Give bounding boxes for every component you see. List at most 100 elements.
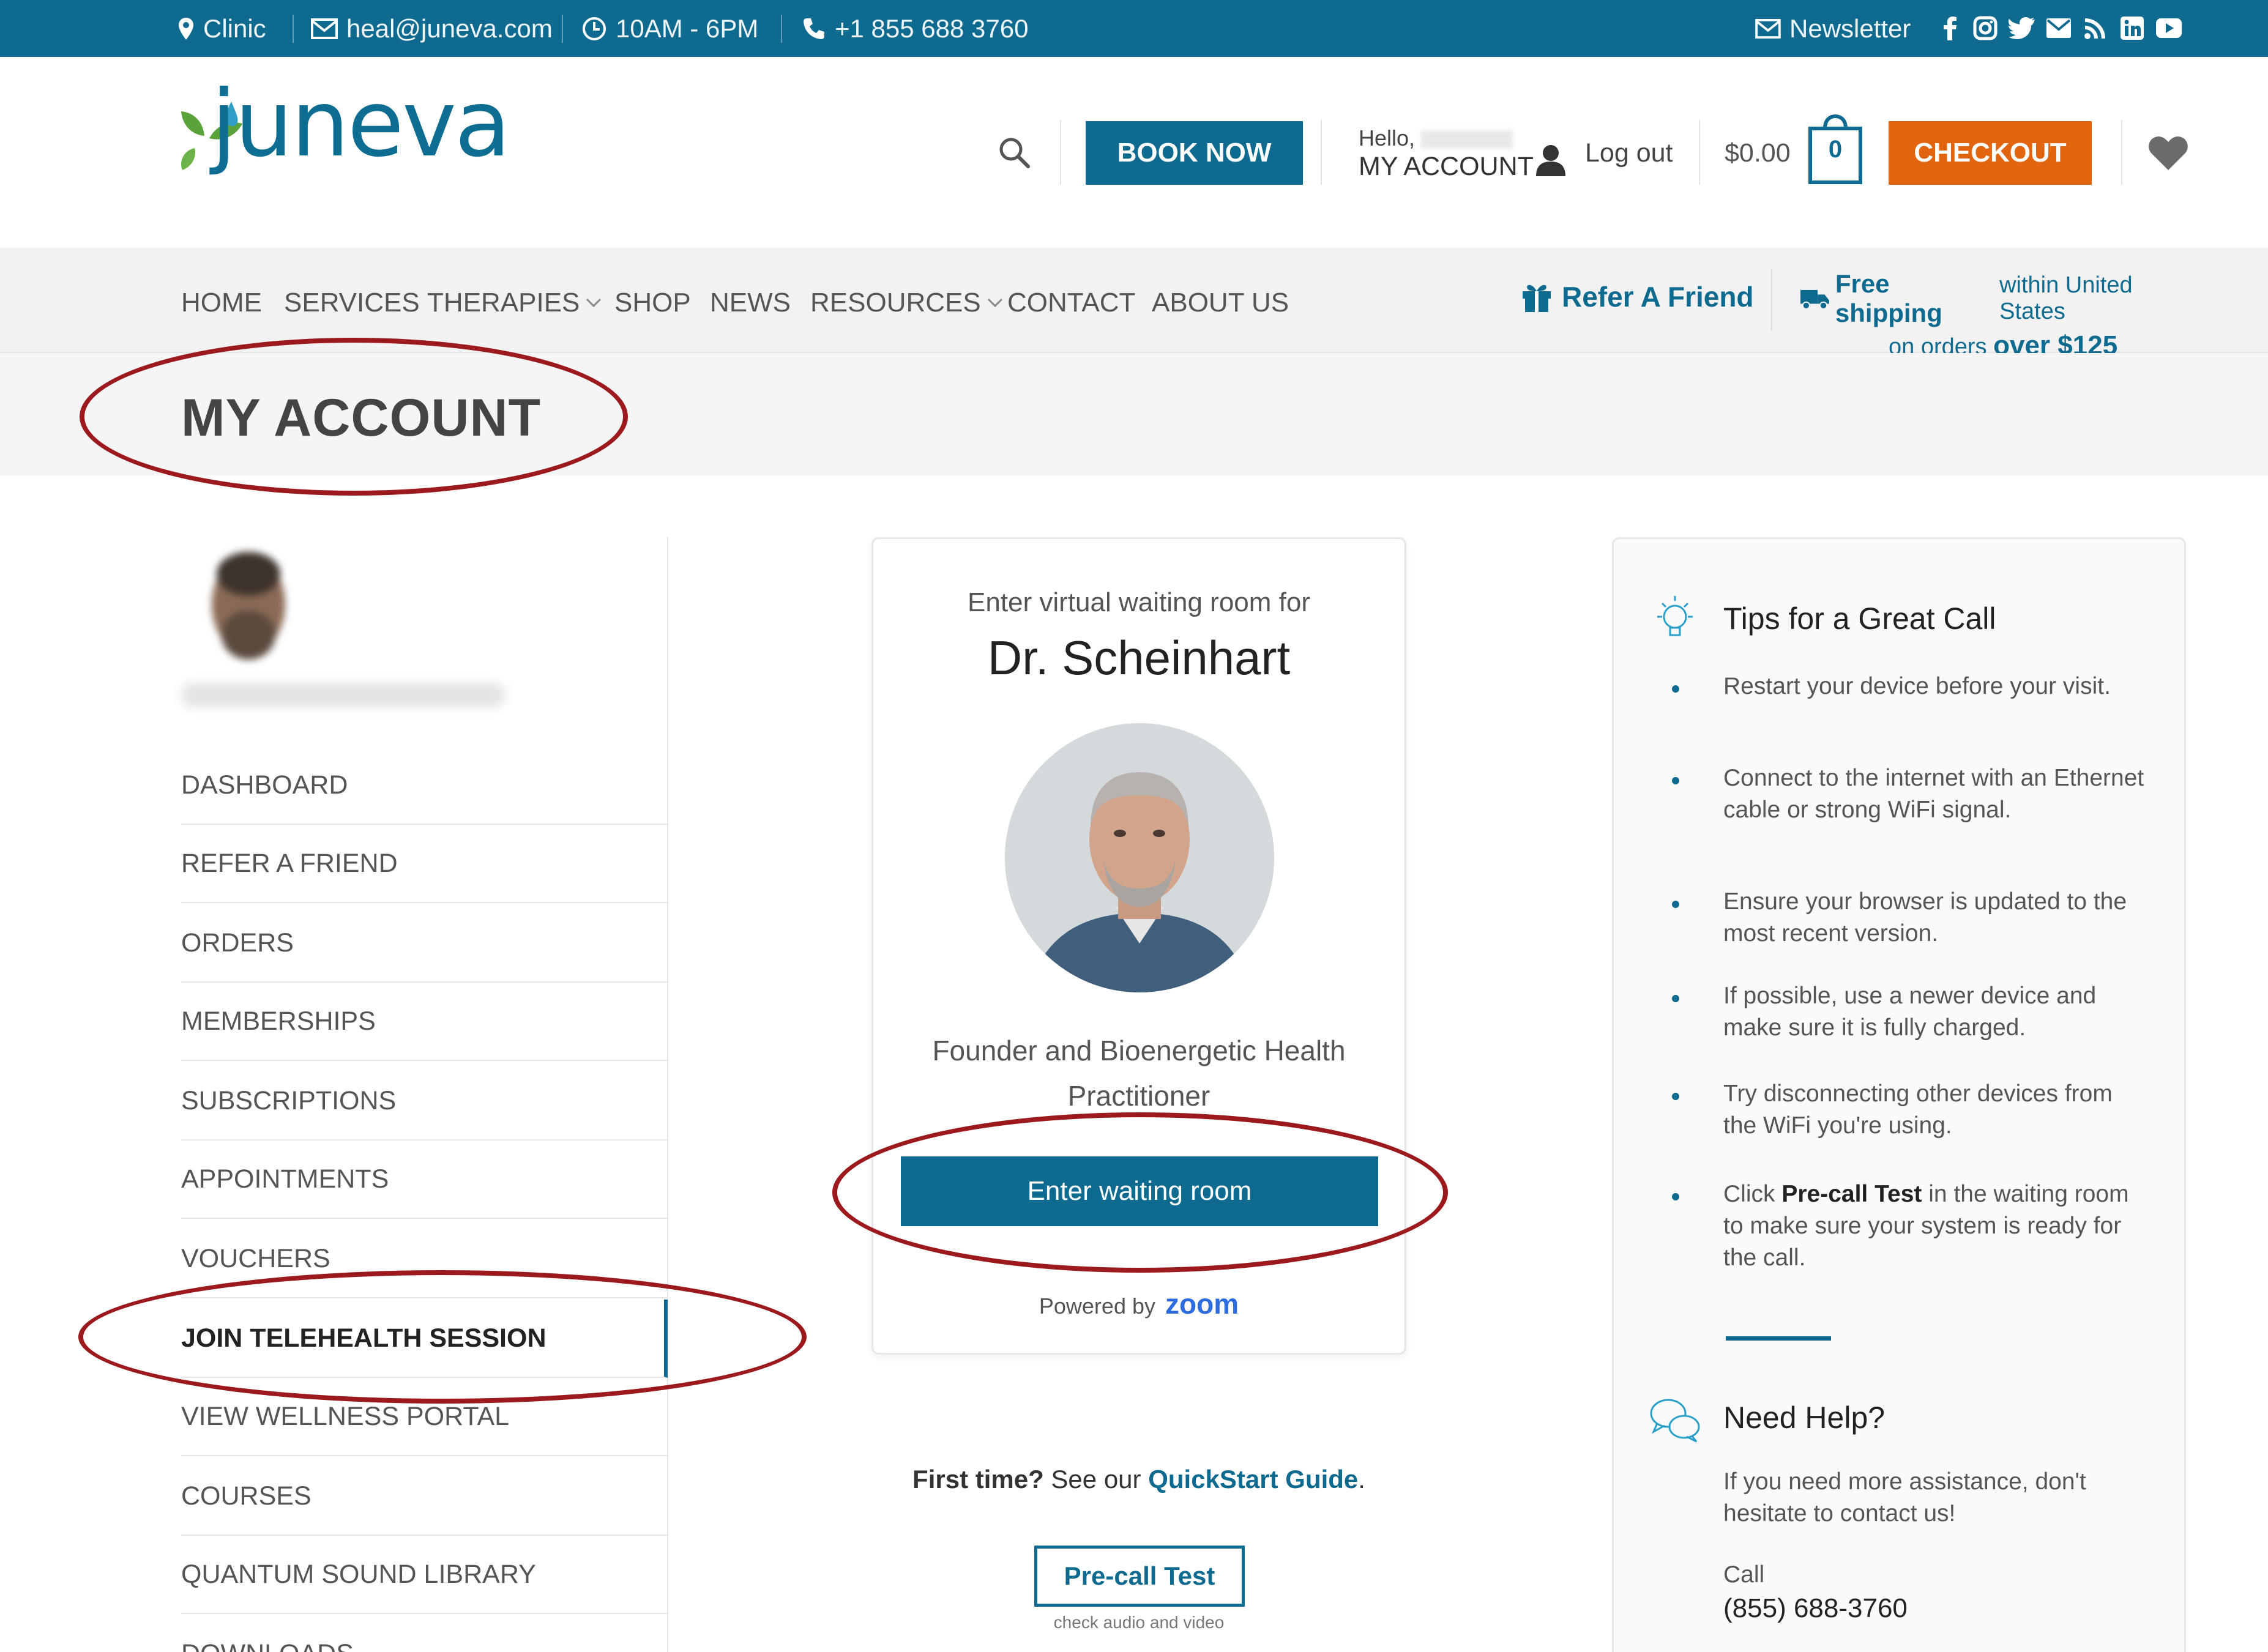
call-number[interactable]: (855) 688-3760 [1723,1593,1908,1624]
nav-contact[interactable]: CONTACT [1007,288,1135,318]
twitter-icon[interactable] [2009,15,2035,42]
quickstart-line: First time? See our QuickStart Guide. [871,1465,1406,1494]
my-account-link[interactable]: MY ACCOUNT [1359,152,1534,182]
sidebar-item-memberships[interactable]: MEMBERSHIPS [181,983,668,1061]
chevron-down-icon [586,298,602,308]
truck-icon [1800,289,1829,310]
nav-resources-label: RESOURCES [810,288,981,318]
envelope-icon [1755,18,1781,39]
cart-count: 0 [1828,136,1843,163]
sidebar-item-quantum-sound-library[interactable]: QUANTUM SOUND LIBRARY [181,1536,668,1614]
top-bar: Clinic heal@juneva.com 10AM - 6PM +1 855… [0,0,2268,57]
checkout-button[interactable]: CHECKOUT [1889,121,2092,185]
free-shipping-rest: within United States [1999,272,2133,324]
phone-link[interactable]: +1 855 688 3760 [802,0,1028,57]
quickstart-guide-link[interactable]: QuickStart Guide [1148,1465,1358,1494]
waiting-room-intro: Enter virtual waiting room for [968,587,1310,617]
nav-services[interactable]: SERVICES [284,288,420,318]
doctor-role-line-2: Practitioner [1067,1080,1210,1112]
clock-icon [583,17,606,40]
chat-bubbles-icon [1647,1395,1703,1447]
bullet [1672,777,1679,784]
need-help-text: If you need more assistance, don't hesit… [1723,1468,2086,1527]
bullet [1672,685,1679,693]
phone-label: +1 855 688 3760 [835,13,1029,43]
email-link[interactable]: heal@juneva.com [311,0,553,57]
annotation-ellipse-my-account [80,338,628,496]
doctor-role: Founder and Bioenergetic Health Practiti… [871,1028,1406,1118]
map-pin-icon [179,17,193,40]
book-now-button[interactable]: BOOK NOW [1086,121,1303,185]
nav-news[interactable]: NEWS [710,288,791,318]
clinic-link[interactable]: Clinic [177,0,266,57]
tips-title: Tips for a Great Call [1723,601,1996,636]
sidebar-item-downloads[interactable]: DOWNLOADS [181,1615,668,1652]
powered-by-label: Powered by [1039,1293,1155,1319]
newsletter-link[interactable]: Newsletter [1755,0,1911,57]
call-label: Call [1723,1561,1765,1588]
clinic-label: Clinic [203,13,266,43]
logout-link[interactable]: Log out [1585,138,1673,168]
sidebar-item-appointments[interactable]: APPOINTMENTS [181,1140,668,1219]
sidebar-item-refer-a-friend[interactable]: REFER A FRIEND [181,825,668,903]
blurred-username [181,683,505,707]
cart-total[interactable]: $0.00 [1725,138,1791,168]
nav-therapies-label: THERAPIES [427,288,580,318]
instagram-icon[interactable] [1972,15,1999,42]
tip-item-precall: Click Pre-call Test in the waiting room … [1723,1178,2152,1274]
doctor-role-line-1: Founder and Bioenergetic Health [932,1035,1346,1066]
free-shipping-bold: Free shipping [1835,269,1942,327]
hours-label: 10AM - 6PM [616,13,759,43]
chevron-down-icon [987,298,1002,308]
logo[interactable]: juneva [211,78,511,170]
period: . [1358,1465,1365,1494]
nav-shop[interactable]: SHOP [614,288,691,318]
bullet [1672,995,1679,1002]
see-our-label: See our [1051,1465,1141,1494]
refer-a-friend-label: Refer A Friend [1562,281,1754,313]
heart-icon[interactable] [2148,135,2188,174]
refer-a-friend-link[interactable]: Refer A Friend [1520,280,1754,313]
gift-icon [1523,285,1551,312]
tip-precall-bold: Pre-call Test [1781,1181,1922,1207]
need-help-title: Need Help? [1723,1401,1886,1435]
lightbulb-icon [1647,591,1703,649]
newsletter-label: Newsletter [1789,13,1911,43]
linkedin-icon[interactable] [2119,15,2146,42]
user-icon[interactable] [1534,142,1568,179]
doctor-name: Dr. Scheinhart [987,631,1291,685]
bullet [1672,901,1679,908]
doctor-photo [1005,723,1274,992]
tip-precall-pre: Click [1723,1181,1775,1207]
powered-by-zoom: Powered by zoom [871,1287,1406,1320]
first-time-label: First time? [912,1465,1044,1494]
facebook-icon[interactable] [1936,15,1963,42]
youtube-icon[interactable] [2155,15,2182,42]
search-icon[interactable] [998,136,1031,172]
rss-icon[interactable] [2082,15,2109,42]
nav-home[interactable]: HOME [181,288,262,318]
precall-test-button[interactable]: Pre-call Test [1034,1546,1245,1607]
nav-resources[interactable]: RESOURCES [810,288,1003,318]
nav-therapies[interactable]: THERAPIES [427,288,602,318]
avatar[interactable] [181,537,291,672]
mail-share-icon[interactable] [2045,15,2072,42]
tip-item: Connect to the internet with an Ethernet… [1723,765,2144,823]
hours-info: 10AM - 6PM [581,0,758,57]
blurred-username [1421,130,1513,149]
sidebar-item-courses[interactable]: COURSES [181,1457,668,1536]
tip-item: If possible, use a newer device and make… [1723,983,2097,1041]
bullet [1672,1093,1679,1100]
tip-item: Restart your device before your visit. [1723,673,2111,699]
sidebar-item-subscriptions[interactable]: SUBSCRIPTIONS [181,1062,668,1140]
envelope-icon [311,18,338,39]
precall-subtitle: check audio and video [1053,1613,1225,1632]
free-shipping-info: Free shipping within United States on or… [1800,269,2192,361]
hello-label: Hello, [1359,125,1513,151]
nav-about-us[interactable]: ABOUT US [1152,288,1289,318]
tip-item: Try disconnecting other devices from the… [1723,1081,2113,1139]
annotation-ellipse-enter-waiting-room [832,1112,1448,1273]
sidebar-item-orders[interactable]: ORDERS [181,904,668,983]
sidebar-item-dashboard[interactable]: DASHBOARD [181,746,668,825]
bullet [1672,1193,1679,1200]
